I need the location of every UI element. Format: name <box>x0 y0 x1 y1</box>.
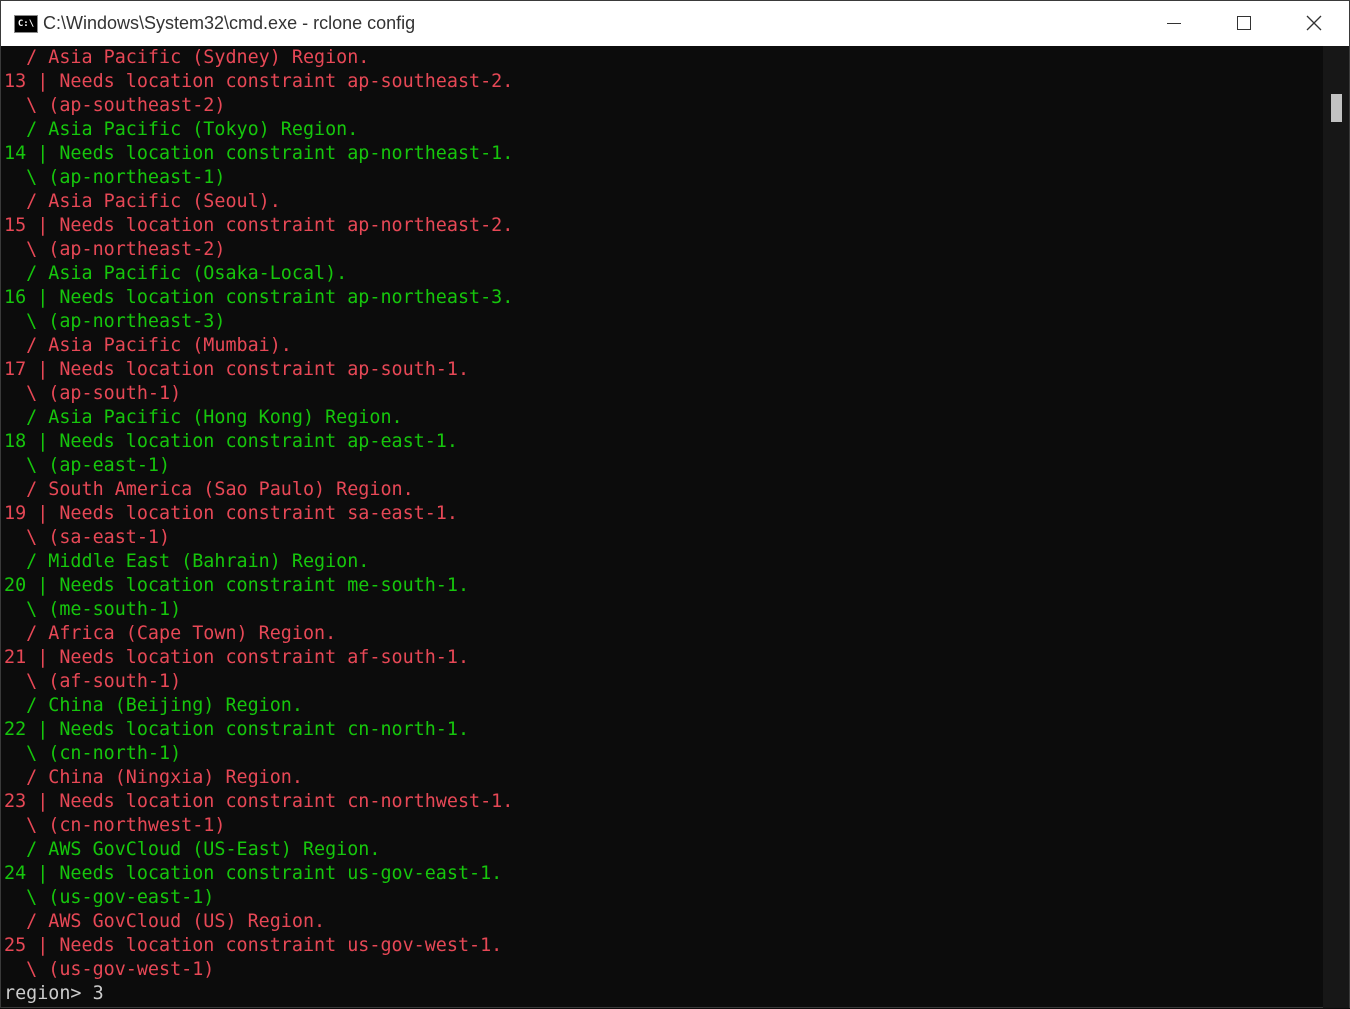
minimize-icon <box>1167 23 1181 24</box>
console-line: 21 | Needs location constraint af-south-… <box>4 647 470 668</box>
console-line: / Asia Pacific (Sydney) Region. <box>4 47 370 68</box>
console-line: \ (us-gov-west-1) <box>4 959 215 980</box>
console-line: / Asia Pacific (Mumbai). <box>4 335 292 356</box>
console-output[interactable]: / Asia Pacific (Sydney) Region. 13 | Need… <box>4 46 1322 1009</box>
console-line: \ (ap-northeast-2) <box>4 239 226 260</box>
console-line: \ (us-gov-east-1) <box>4 887 215 908</box>
console-line: / Asia Pacific (Hong Kong) Region. <box>4 407 403 428</box>
close-icon <box>1306 15 1322 31</box>
console-line: / Africa (Cape Town) Region. <box>4 623 337 644</box>
window-title: C:\Windows\System32\cmd.exe - rclone con… <box>43 13 416 33</box>
console-line: 24 | Needs location constraint us-gov-ea… <box>4 863 503 884</box>
console-line: 13 | Needs location constraint ap-southe… <box>4 71 514 92</box>
console-line: / Asia Pacific (Seoul). <box>4 191 281 212</box>
console-line: 18 | Needs location constraint ap-east-1… <box>4 431 458 452</box>
console-line: / China (Ningxia) Region. <box>4 767 303 788</box>
close-button[interactable] <box>1279 1 1349 46</box>
console-line: / AWS GovCloud (US-East) Region. <box>4 839 381 860</box>
console-line: 16 | Needs location constraint ap-northe… <box>4 287 514 308</box>
console-line: \ (me-south-1) <box>4 599 182 620</box>
command-prompt[interactable]: region> 3 <box>4 982 1322 1006</box>
console-line: / Asia Pacific (Osaka-Local). <box>4 263 348 284</box>
console-line: / South America (Sao Paulo) Region. <box>4 479 414 500</box>
scrollbar-thumb[interactable] <box>1331 94 1342 122</box>
title-bar[interactable]: C:\ C:\Windows\System32\cmd.exe - rclone… <box>1 1 1349 46</box>
console-line: \ (ap-northeast-3) <box>4 311 226 332</box>
console-line: \ (ap-northeast-1) <box>4 167 226 188</box>
console-line: 20 | Needs location constraint me-south-… <box>4 575 470 596</box>
console-line: 22 | Needs location constraint cn-north-… <box>4 719 470 740</box>
console-line: / AWS GovCloud (US) Region. <box>4 911 326 932</box>
cmd-window: C:\ C:\Windows\System32\cmd.exe - rclone… <box>0 0 1350 1008</box>
console-line: \ (cn-northwest-1) <box>4 815 226 836</box>
console-line: 14 | Needs location constraint ap-northe… <box>4 143 514 164</box>
console-line: 15 | Needs location constraint ap-northe… <box>4 215 514 236</box>
console-line: \ (sa-east-1) <box>4 527 171 548</box>
console-line: 17 | Needs location constraint ap-south-… <box>4 359 470 380</box>
maximize-button[interactable] <box>1209 1 1279 46</box>
console-line: \ (cn-north-1) <box>4 743 182 764</box>
console-line: \ (ap-south-1) <box>4 383 182 404</box>
console-line: / Asia Pacific (Tokyo) Region. <box>4 119 359 140</box>
console-line: / Middle East (Bahrain) Region. <box>4 551 370 572</box>
console-line: / China (Beijing) Region. <box>4 695 303 716</box>
console-line: 23 | Needs location constraint cn-northw… <box>4 791 514 812</box>
console-icon[interactable]: C:\ <box>14 15 38 33</box>
maximize-icon <box>1237 16 1251 30</box>
console-line: \ (ap-southeast-2) <box>4 95 226 116</box>
console-line: \ (ap-east-1) <box>4 455 171 476</box>
minimize-button[interactable] <box>1139 1 1209 46</box>
console-line: 19 | Needs location constraint sa-east-1… <box>4 503 458 524</box>
console-line: 25 | Needs location constraint us-gov-we… <box>4 935 503 956</box>
vertical-scrollbar[interactable] <box>1323 46 1349 1008</box>
console-line: \ (af-south-1) <box>4 671 182 692</box>
